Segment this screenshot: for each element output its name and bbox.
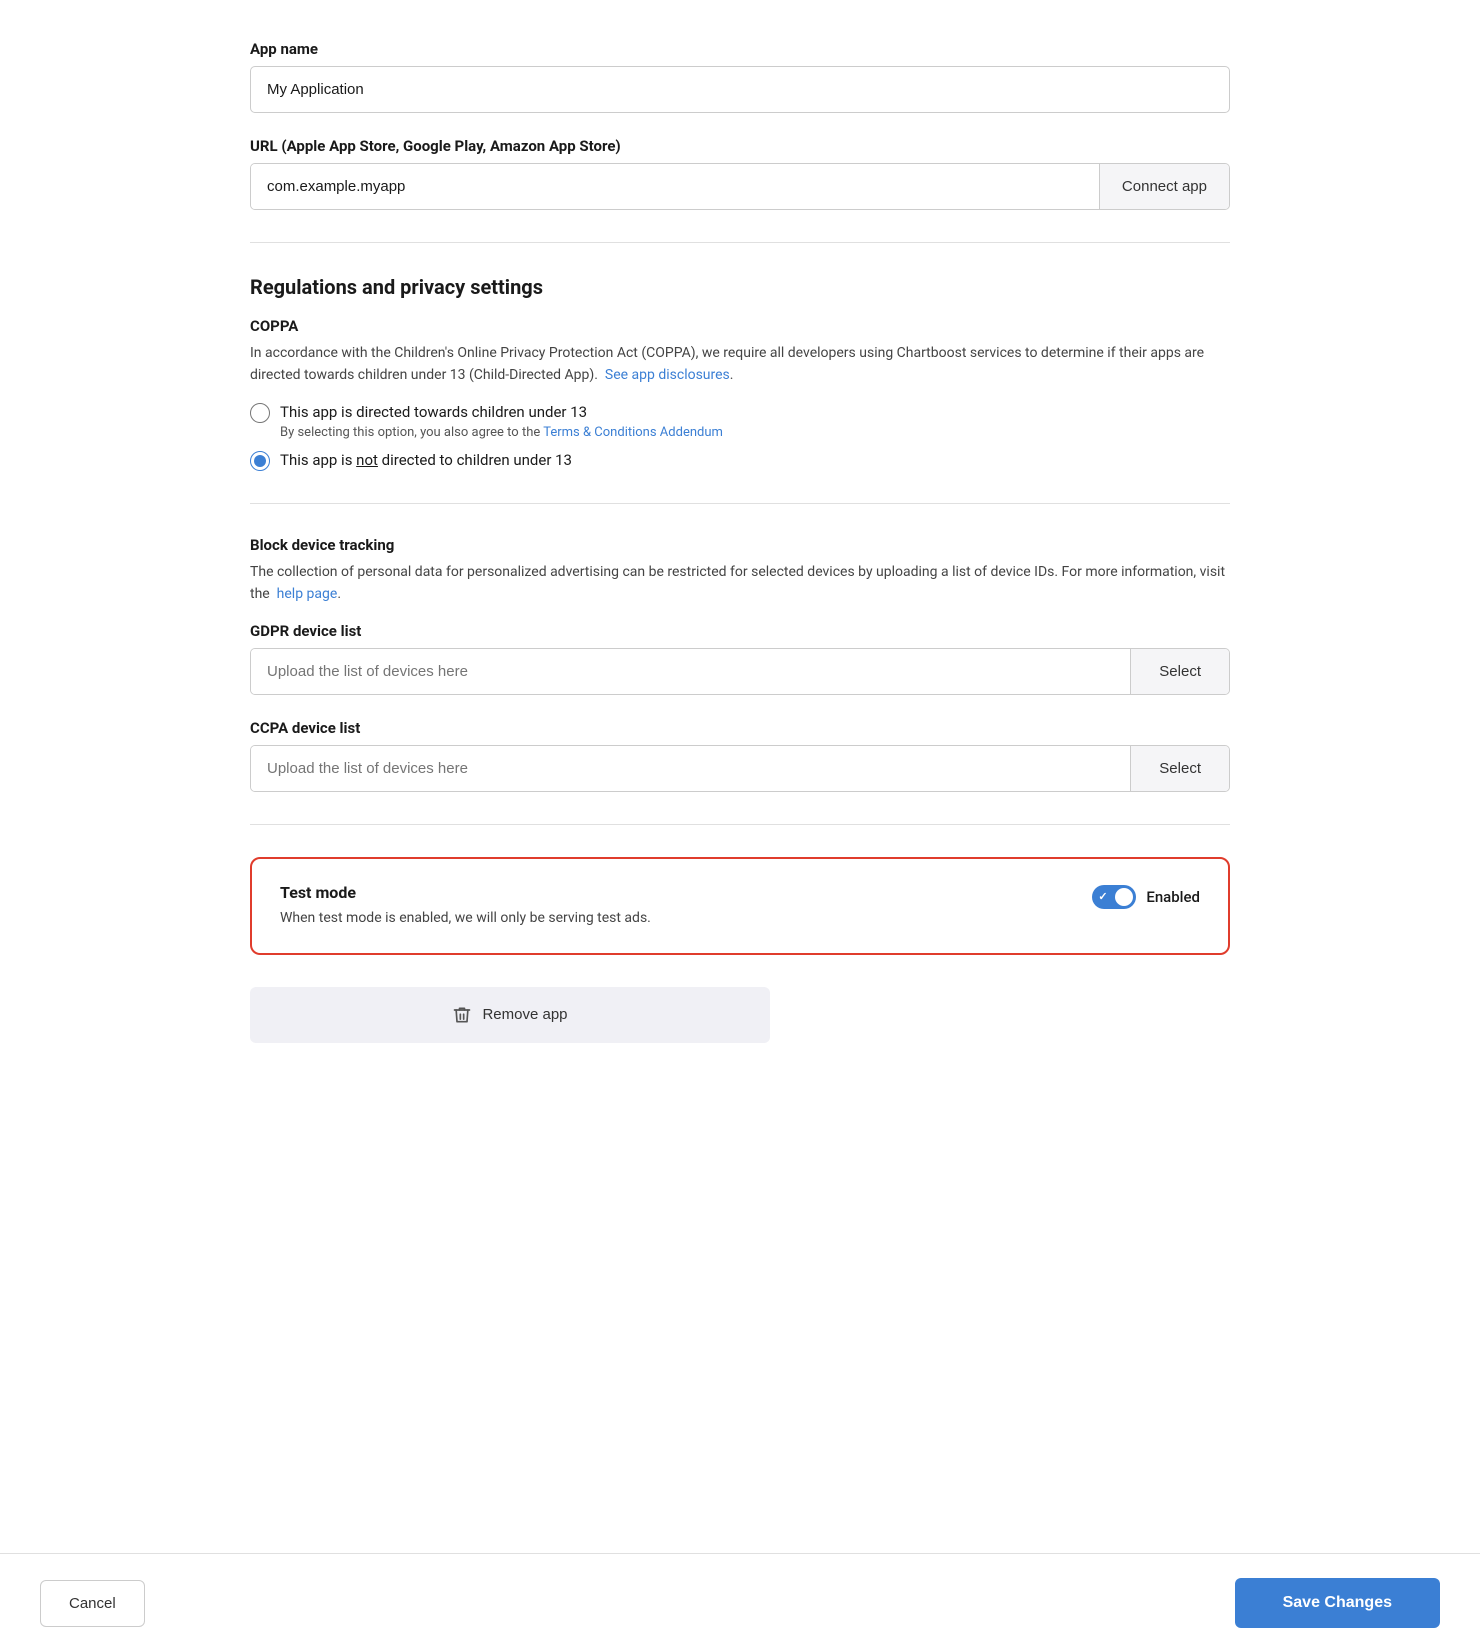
app-name-label: App name xyxy=(250,40,1230,58)
section-divider xyxy=(250,242,1230,243)
coppa-radio-item-1: This app is directed towards children un… xyxy=(250,402,1230,440)
coppa-description: In accordance with the Children's Online… xyxy=(250,343,1230,386)
test-mode-title: Test mode xyxy=(280,883,651,902)
block-tracking-divider xyxy=(250,503,1230,504)
coppa-title: COPPA xyxy=(250,317,1230,335)
coppa-radio-1-label[interactable]: This app is directed towards children un… xyxy=(280,403,587,421)
help-page-link[interactable]: help page xyxy=(277,586,338,602)
block-tracking-section: Block device tracking The collection of … xyxy=(250,536,1230,605)
url-field-row: Connect app xyxy=(250,163,1230,210)
gdpr-input[interactable] xyxy=(251,649,1130,694)
toggle-checkmark: ✓ xyxy=(1098,890,1107,903)
block-tracking-description: The collection of personal data for pers… xyxy=(250,562,1230,605)
trash-icon xyxy=(452,1005,472,1025)
test-mode-content: Test mode When test mode is enabled, we … xyxy=(280,883,651,929)
see-disclosures-link[interactable]: See app disclosures xyxy=(605,367,730,383)
test-mode-toggle-label: Enabled xyxy=(1146,888,1200,906)
coppa-radio-item-2: This app is not directed to children und… xyxy=(250,450,1230,471)
remove-app-button[interactable]: Remove app xyxy=(250,987,770,1043)
regulations-section: Regulations and privacy settings COPPA I… xyxy=(250,275,1230,792)
test-mode-toggle-area: ✓ Enabled xyxy=(1092,885,1200,909)
coppa-radio-2-label[interactable]: This app is not directed to children und… xyxy=(280,450,572,471)
coppa-radio-not-directed[interactable] xyxy=(250,451,270,471)
regulations-title: Regulations and privacy settings xyxy=(250,275,1230,299)
remove-app-label: Remove app xyxy=(482,1006,567,1023)
gdpr-input-row: Select xyxy=(250,648,1230,695)
coppa-radio-group: This app is directed towards children un… xyxy=(250,402,1230,471)
gdpr-select-button[interactable]: Select xyxy=(1130,649,1229,694)
test-mode-divider xyxy=(250,824,1230,825)
coppa-radio-directed[interactable] xyxy=(250,403,270,423)
url-label: URL (Apple App Store, Google Play, Amazo… xyxy=(250,137,1230,155)
ccpa-label: CCPA device list xyxy=(250,719,1230,737)
ccpa-section: CCPA device list Select xyxy=(250,719,1230,792)
gdpr-label: GDPR device list xyxy=(250,622,1230,640)
gdpr-section: GDPR device list Select xyxy=(250,622,1230,695)
save-changes-button[interactable]: Save Changes xyxy=(1235,1578,1440,1628)
test-mode-description: When test mode is enabled, we will only … xyxy=(280,908,651,929)
coppa-radio-1-sublabel: By selecting this option, you also agree… xyxy=(280,425,723,440)
toggle-thumb xyxy=(1115,888,1133,906)
ccpa-input-row: Select xyxy=(250,745,1230,792)
ccpa-input[interactable] xyxy=(251,746,1130,791)
terms-conditions-link[interactable]: Terms & Conditions Addendum xyxy=(543,425,723,440)
test-mode-toggle[interactable]: ✓ xyxy=(1092,885,1136,909)
connect-app-button[interactable]: Connect app xyxy=(1099,164,1229,209)
block-tracking-title: Block device tracking xyxy=(250,536,1230,554)
test-mode-box: Test mode When test mode is enabled, we … xyxy=(250,857,1230,955)
ccpa-select-button[interactable]: Select xyxy=(1130,746,1229,791)
app-name-input[interactable] xyxy=(250,66,1230,113)
footer-bar: Cancel Save Changes xyxy=(0,1553,1480,1652)
coppa-section: COPPA In accordance with the Children's … xyxy=(250,317,1230,471)
url-input[interactable] xyxy=(251,164,1099,209)
cancel-button[interactable]: Cancel xyxy=(40,1580,145,1627)
